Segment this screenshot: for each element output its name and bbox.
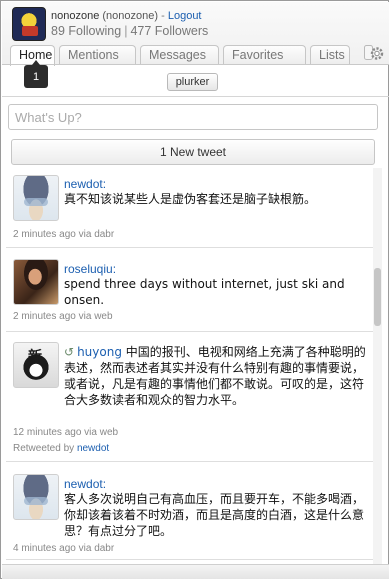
tweet-text: 客人多次说明自己有高血压，而且要开车，不能多喝酒，你却该着该着不时劝酒，而且是高… [64,492,365,538]
tab-favorites[interactable]: Favorites [223,45,306,65]
app-window: nonozone (nonozone) - Logout 89 Followin… [0,0,389,579]
stats-pipe: | [124,24,128,38]
tweet-meta: 12 minutes ago via web [13,427,118,438]
profile-stats: 89 Following | 477 Followers [51,24,208,38]
tweet-via[interactable]: web [94,311,112,322]
tweet-via[interactable]: dabr [94,229,114,240]
tweet-text: spend three days without internet, just … [64,277,345,307]
new-tweet-button[interactable]: 1 New tweet [11,139,375,165]
tab-mentions[interactable]: Mentions [59,45,136,65]
profile-line: nonozone (nonozone) - Logout [51,10,202,22]
badge-avatar-icon[interactable] [13,342,59,388]
timeline-scrollbar[interactable] [373,168,382,564]
tweet-text: ↺ huyong 中国的报刊、电视和网络上充满了各种聪明的表述，然而表述者其实并没… [64,344,366,408]
tweet-via-word: via [78,543,92,554]
logout-link[interactable]: Logout [168,10,202,22]
tweet-body: roseluqiu: spend three days without inte… [64,262,366,308]
timeline: newdot: 真不知该说某些人是虚伪客套还是脑子缺根筋。 2 minutes … [6,168,373,560]
profile-avatar[interactable] [12,7,46,41]
tweet-via-word: via [78,311,92,322]
scrollbar-thumb[interactable] [374,268,381,326]
profile-handle: (nonozone) [102,10,159,22]
tweet-body: ↺ huyong 中国的报刊、电视和网络上充满了各种聪明的表述，然而表述者其实并没… [64,344,366,408]
tweet-item: roseluqiu: spend three days without inte… [6,248,373,332]
tweet-time[interactable]: 2 minutes ago [13,229,76,240]
retweeted-by-user[interactable]: newdot [77,443,109,454]
tweet-via[interactable]: dabr [94,543,114,554]
compose-input[interactable]: What's Up? [8,104,378,130]
tweet-item: newdot: 客人多次说明自己有高血压，而且要开车，不能多喝酒，你却该着该着不… [6,462,373,560]
tweet-time[interactable]: 4 minutes ago [13,543,76,554]
tweet-via[interactable]: web [100,427,118,438]
anime-avatar-icon[interactable] [13,175,59,221]
tweet-username[interactable]: newdot: [64,177,366,191]
header-divider [2,64,389,65]
following-count[interactable]: 89 Following [51,24,121,38]
tweet-item: ↺huyong 中国的报刊、电视和网络上充满了各种聪明的表述，然而表述者其实并没… [6,332,373,462]
retweeted-by-label: Retweeted by [13,443,75,454]
tweet-time[interactable]: 12 minutes ago [13,427,81,438]
tweet-text: 真不知该说某些人是虚伪客套还是脑子缺根筋。 [64,192,317,206]
tweet-time[interactable]: 2 minutes ago [13,311,76,322]
tweet-meta: 2 minutes ago via dabr [13,229,114,240]
tweet-body: newdot: 客人多次说明自己有高血压，而且要开车，不能多喝酒，你却该着该着不… [64,477,366,539]
tweet-meta: 4 minutes ago via dabr [13,543,114,554]
tweet-username[interactable]: newdot: [64,477,366,491]
anime-avatar-icon[interactable] [13,474,59,520]
retweet-icon: ↺ [64,345,75,359]
profile-separator: - [161,10,165,22]
gear-icon[interactable] [364,45,384,62]
photo-avatar-icon[interactable] [13,259,59,305]
tweet-body: newdot: 真不知该说某些人是虚伪客套还是脑子缺根筋。 [64,177,366,207]
followers-count[interactable]: 477 Followers [130,24,208,38]
tweet-username[interactable]: roseluqiu: [64,262,366,276]
tab-lists[interactable]: Lists [310,45,350,65]
profile-username: nonozone [51,10,100,22]
tab-tooltip: 1 [24,60,48,88]
tweet-via-word: via [78,229,92,240]
tweet-via-word: via [84,427,97,438]
tweet-item: newdot: 真不知该说某些人是虚伪客套还是脑子缺根筋。 2 minutes … [6,168,373,248]
tweet-username[interactable]: huyong [77,345,122,359]
nav-tabs: Home Mentions Messages Favorites Lists [10,45,350,66]
status-bar [2,564,389,579]
toolbar-divider [2,96,389,97]
tweet-meta: 2 minutes ago via web [13,311,113,322]
retweeted-by: Retweeted by newdot [13,443,109,454]
plurker-button[interactable]: plurker [167,73,218,91]
tab-messages[interactable]: Messages [140,45,219,65]
